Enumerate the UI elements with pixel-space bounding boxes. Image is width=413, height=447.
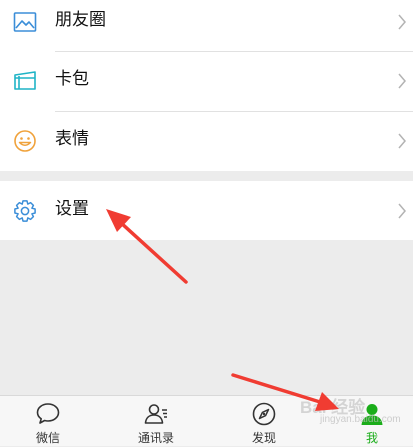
menu-item-label: 卡包 xyxy=(55,69,89,89)
menu-group-top: 朋友圈 卡包 表情 xyxy=(0,0,413,171)
menu-item-stickers[interactable]: 表情 xyxy=(0,111,413,171)
card-wallet-icon xyxy=(11,67,39,95)
chevron-right-icon xyxy=(397,73,407,89)
chat-bubble-icon xyxy=(35,401,61,427)
tab-label: 发现 xyxy=(251,431,276,445)
chevron-right-icon xyxy=(397,133,407,149)
menu-group-settings: 设置 xyxy=(0,181,413,240)
watermark-url: jingyan.baidu.com xyxy=(320,414,401,425)
menu-item-settings[interactable]: 设置 xyxy=(0,181,413,241)
photo-icon xyxy=(11,8,39,36)
contacts-icon xyxy=(143,401,169,427)
menu-item-label: 表情 xyxy=(55,129,89,149)
compass-icon xyxy=(251,401,277,427)
tab-contacts[interactable]: 通讯录 xyxy=(126,396,186,447)
chevron-right-icon xyxy=(397,14,407,30)
tab-chats[interactable]: 微信 xyxy=(18,396,78,447)
menu-item-label: 朋友圈 xyxy=(55,10,106,30)
menu-item-card-wallet[interactable]: 卡包 xyxy=(0,51,413,111)
menu-item-label: 设置 xyxy=(55,199,89,219)
gear-icon xyxy=(11,197,39,225)
tab-label: 通讯录 xyxy=(137,431,174,445)
tab-label: 我 xyxy=(365,431,378,445)
tab-label: 微信 xyxy=(35,431,60,445)
chevron-right-icon xyxy=(397,203,407,219)
menu-item-moments[interactable]: 朋友圈 xyxy=(0,0,413,52)
smiley-icon xyxy=(11,127,39,155)
tab-discover[interactable]: 发现 xyxy=(234,396,294,447)
